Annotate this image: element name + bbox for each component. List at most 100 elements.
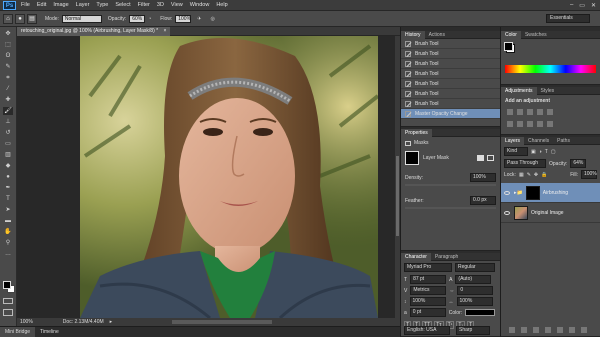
levels-adjust-icon[interactable] xyxy=(517,109,523,115)
layer-filter-kind-dropdown[interactable]: Kind xyxy=(504,147,528,156)
hand-tool-icon[interactable]: ✋ xyxy=(3,228,13,236)
text-color-swatch[interactable] xyxy=(465,309,496,316)
menu-type[interactable]: Type xyxy=(96,2,108,8)
color-spectrum-ramp[interactable] xyxy=(505,65,596,73)
menu-file[interactable]: File xyxy=(21,2,30,8)
menu-select[interactable]: Select xyxy=(115,2,130,8)
brush-panel-icon[interactable]: ▤ xyxy=(27,13,37,24)
menu-edit[interactable]: Edit xyxy=(37,2,46,8)
density-slider[interactable] xyxy=(405,184,496,186)
opacity-field[interactable]: 60% xyxy=(129,14,146,23)
tab-mini-bridge[interactable]: Mini Bridge xyxy=(0,326,36,337)
layer-row-selected[interactable]: ▸📁 Airbrushing xyxy=(501,183,600,203)
filter-adjust-icon[interactable]: ◑ xyxy=(539,149,542,155)
lock-all-icon[interactable]: 🔒 xyxy=(541,172,547,178)
language-dropdown[interactable]: English: USA xyxy=(404,326,450,335)
kerning-field[interactable]: Metrics xyxy=(410,286,447,295)
quick-mask-icon[interactable] xyxy=(3,298,13,304)
type-tool-icon[interactable]: T xyxy=(3,195,13,203)
feather-field[interactable]: 0.0 px xyxy=(470,196,496,205)
mode-dropdown[interactable]: Normal xyxy=(61,14,102,23)
antialias-dropdown[interactable]: Sharp xyxy=(456,326,490,335)
marquee-tool-icon[interactable]: ⬚ xyxy=(3,41,13,49)
layer-style-icon[interactable] xyxy=(521,327,527,333)
tab-actions[interactable]: Actions xyxy=(425,31,449,39)
lock-transparent-icon[interactable]: ▦ xyxy=(519,172,524,178)
eraser-tool-icon[interactable]: ▭ xyxy=(3,140,13,148)
quick-select-tool-icon[interactable]: ✎ xyxy=(3,63,13,71)
move-tool-icon[interactable]: ✥ xyxy=(3,30,13,38)
history-item[interactable]: Brush Tool xyxy=(401,79,500,89)
font-family-dropdown[interactable]: Myriad Pro xyxy=(404,263,452,272)
tab-timeline[interactable]: Timeline xyxy=(35,327,64,337)
brush-preset-icon[interactable]: ● xyxy=(15,13,25,24)
lock-pixels-icon[interactable]: ✎ xyxy=(527,172,531,178)
blur-tool-icon[interactable]: ◆ xyxy=(3,162,13,170)
filter-pixel-icon[interactable]: ▣ xyxy=(531,149,536,155)
new-layer-icon[interactable] xyxy=(569,327,575,333)
tracking-field[interactable]: 0 xyxy=(457,286,494,295)
close-button[interactable]: ✕ xyxy=(591,2,596,9)
menu-help[interactable]: Help xyxy=(216,2,227,8)
doc-size[interactable]: Doc: 2.13M/4.40M xyxy=(63,319,104,325)
filter-shape-icon[interactable]: ▢ xyxy=(551,149,556,155)
feather-slider[interactable] xyxy=(405,207,496,209)
visibility-eye-icon[interactable] xyxy=(504,190,510,195)
tab-color[interactable]: Color xyxy=(501,30,521,39)
tab-character[interactable]: Character xyxy=(401,252,431,261)
shape-tool-icon[interactable]: ▬ xyxy=(3,217,13,225)
exposure-adjust-icon[interactable] xyxy=(537,109,543,115)
home-icon[interactable]: ⌂ xyxy=(3,13,13,24)
path-select-tool-icon[interactable]: ➤ xyxy=(3,206,13,214)
edit-toolbar-icon[interactable]: … xyxy=(3,250,13,258)
curves-adjust-icon[interactable] xyxy=(527,109,533,115)
airbrush-icon[interactable]: ✈ xyxy=(197,16,201,22)
history-item[interactable]: Brush Tool xyxy=(401,69,500,79)
layer-mask-thumbnail[interactable] xyxy=(525,185,540,200)
history-item[interactable]: Brush Tool xyxy=(401,89,500,99)
tab-adjustments[interactable]: Adjustments xyxy=(501,86,537,95)
screen-mode-icon[interactable] xyxy=(3,309,13,316)
vibrance-adjust-icon[interactable] xyxy=(547,109,553,115)
visibility-eye-icon[interactable] xyxy=(504,210,510,215)
crop-tool-icon[interactable]: ⌗ xyxy=(3,74,13,82)
pressure-size-icon[interactable]: ◎ xyxy=(210,16,214,22)
horizontal-scrollbar[interactable] xyxy=(172,320,273,324)
zoom-level[interactable]: 100% xyxy=(20,319,33,325)
menu-filter[interactable]: Filter xyxy=(138,2,150,8)
history-item[interactable]: Brush Tool xyxy=(401,39,500,49)
vector-mask-icon[interactable] xyxy=(487,155,494,161)
font-style-dropdown[interactable]: Regular xyxy=(455,263,495,272)
font-size-field[interactable]: 87 pt xyxy=(410,275,447,284)
delete-layer-icon[interactable] xyxy=(581,327,587,333)
lasso-tool-icon[interactable]: ʘ xyxy=(3,52,13,60)
history-brush-tool-icon[interactable]: ↺ xyxy=(3,129,13,137)
blend-mode-dropdown[interactable]: Pass Through xyxy=(504,159,546,168)
add-mask-icon[interactable] xyxy=(533,327,539,333)
layer-mask-thumbnail[interactable] xyxy=(405,151,419,165)
menu-window[interactable]: Window xyxy=(190,2,210,8)
horizontal-scale-field[interactable]: 100% xyxy=(456,297,493,306)
menu-layer[interactable]: Layer xyxy=(76,2,90,8)
layer-row[interactable]: Original Image xyxy=(501,203,600,223)
layers-opacity-field[interactable]: 64% xyxy=(570,159,587,168)
clone-stamp-tool-icon[interactable]: ⊥ xyxy=(3,118,13,126)
new-group-icon[interactable] xyxy=(557,327,563,333)
history-item-selected[interactable]: Master Opacity Change xyxy=(401,109,500,119)
close-tab-icon[interactable]: × xyxy=(163,28,166,34)
pen-tool-icon[interactable]: ✒ xyxy=(3,184,13,192)
bw-adjust-icon[interactable] xyxy=(527,121,533,127)
history-item[interactable]: Brush Tool xyxy=(401,99,500,109)
healing-tool-icon[interactable]: ✚ xyxy=(3,96,13,104)
status-menu-arrow-icon[interactable]: ▸ xyxy=(110,319,113,325)
channel-mixer-adjust-icon[interactable] xyxy=(547,121,553,127)
color-panel-fg-swatch[interactable] xyxy=(504,42,513,51)
foreground-color-swatch[interactable] xyxy=(3,281,11,289)
history-item[interactable]: Brush Tool xyxy=(401,59,500,69)
pixel-mask-icon[interactable] xyxy=(477,155,484,161)
dodge-tool-icon[interactable]: ● xyxy=(3,173,13,181)
density-field[interactable]: 100% xyxy=(470,173,496,182)
brush-tool-icon[interactable]: 🖌 xyxy=(3,107,13,115)
tab-channels[interactable]: Channels xyxy=(524,137,553,145)
tab-layers[interactable]: Layers xyxy=(501,136,525,145)
